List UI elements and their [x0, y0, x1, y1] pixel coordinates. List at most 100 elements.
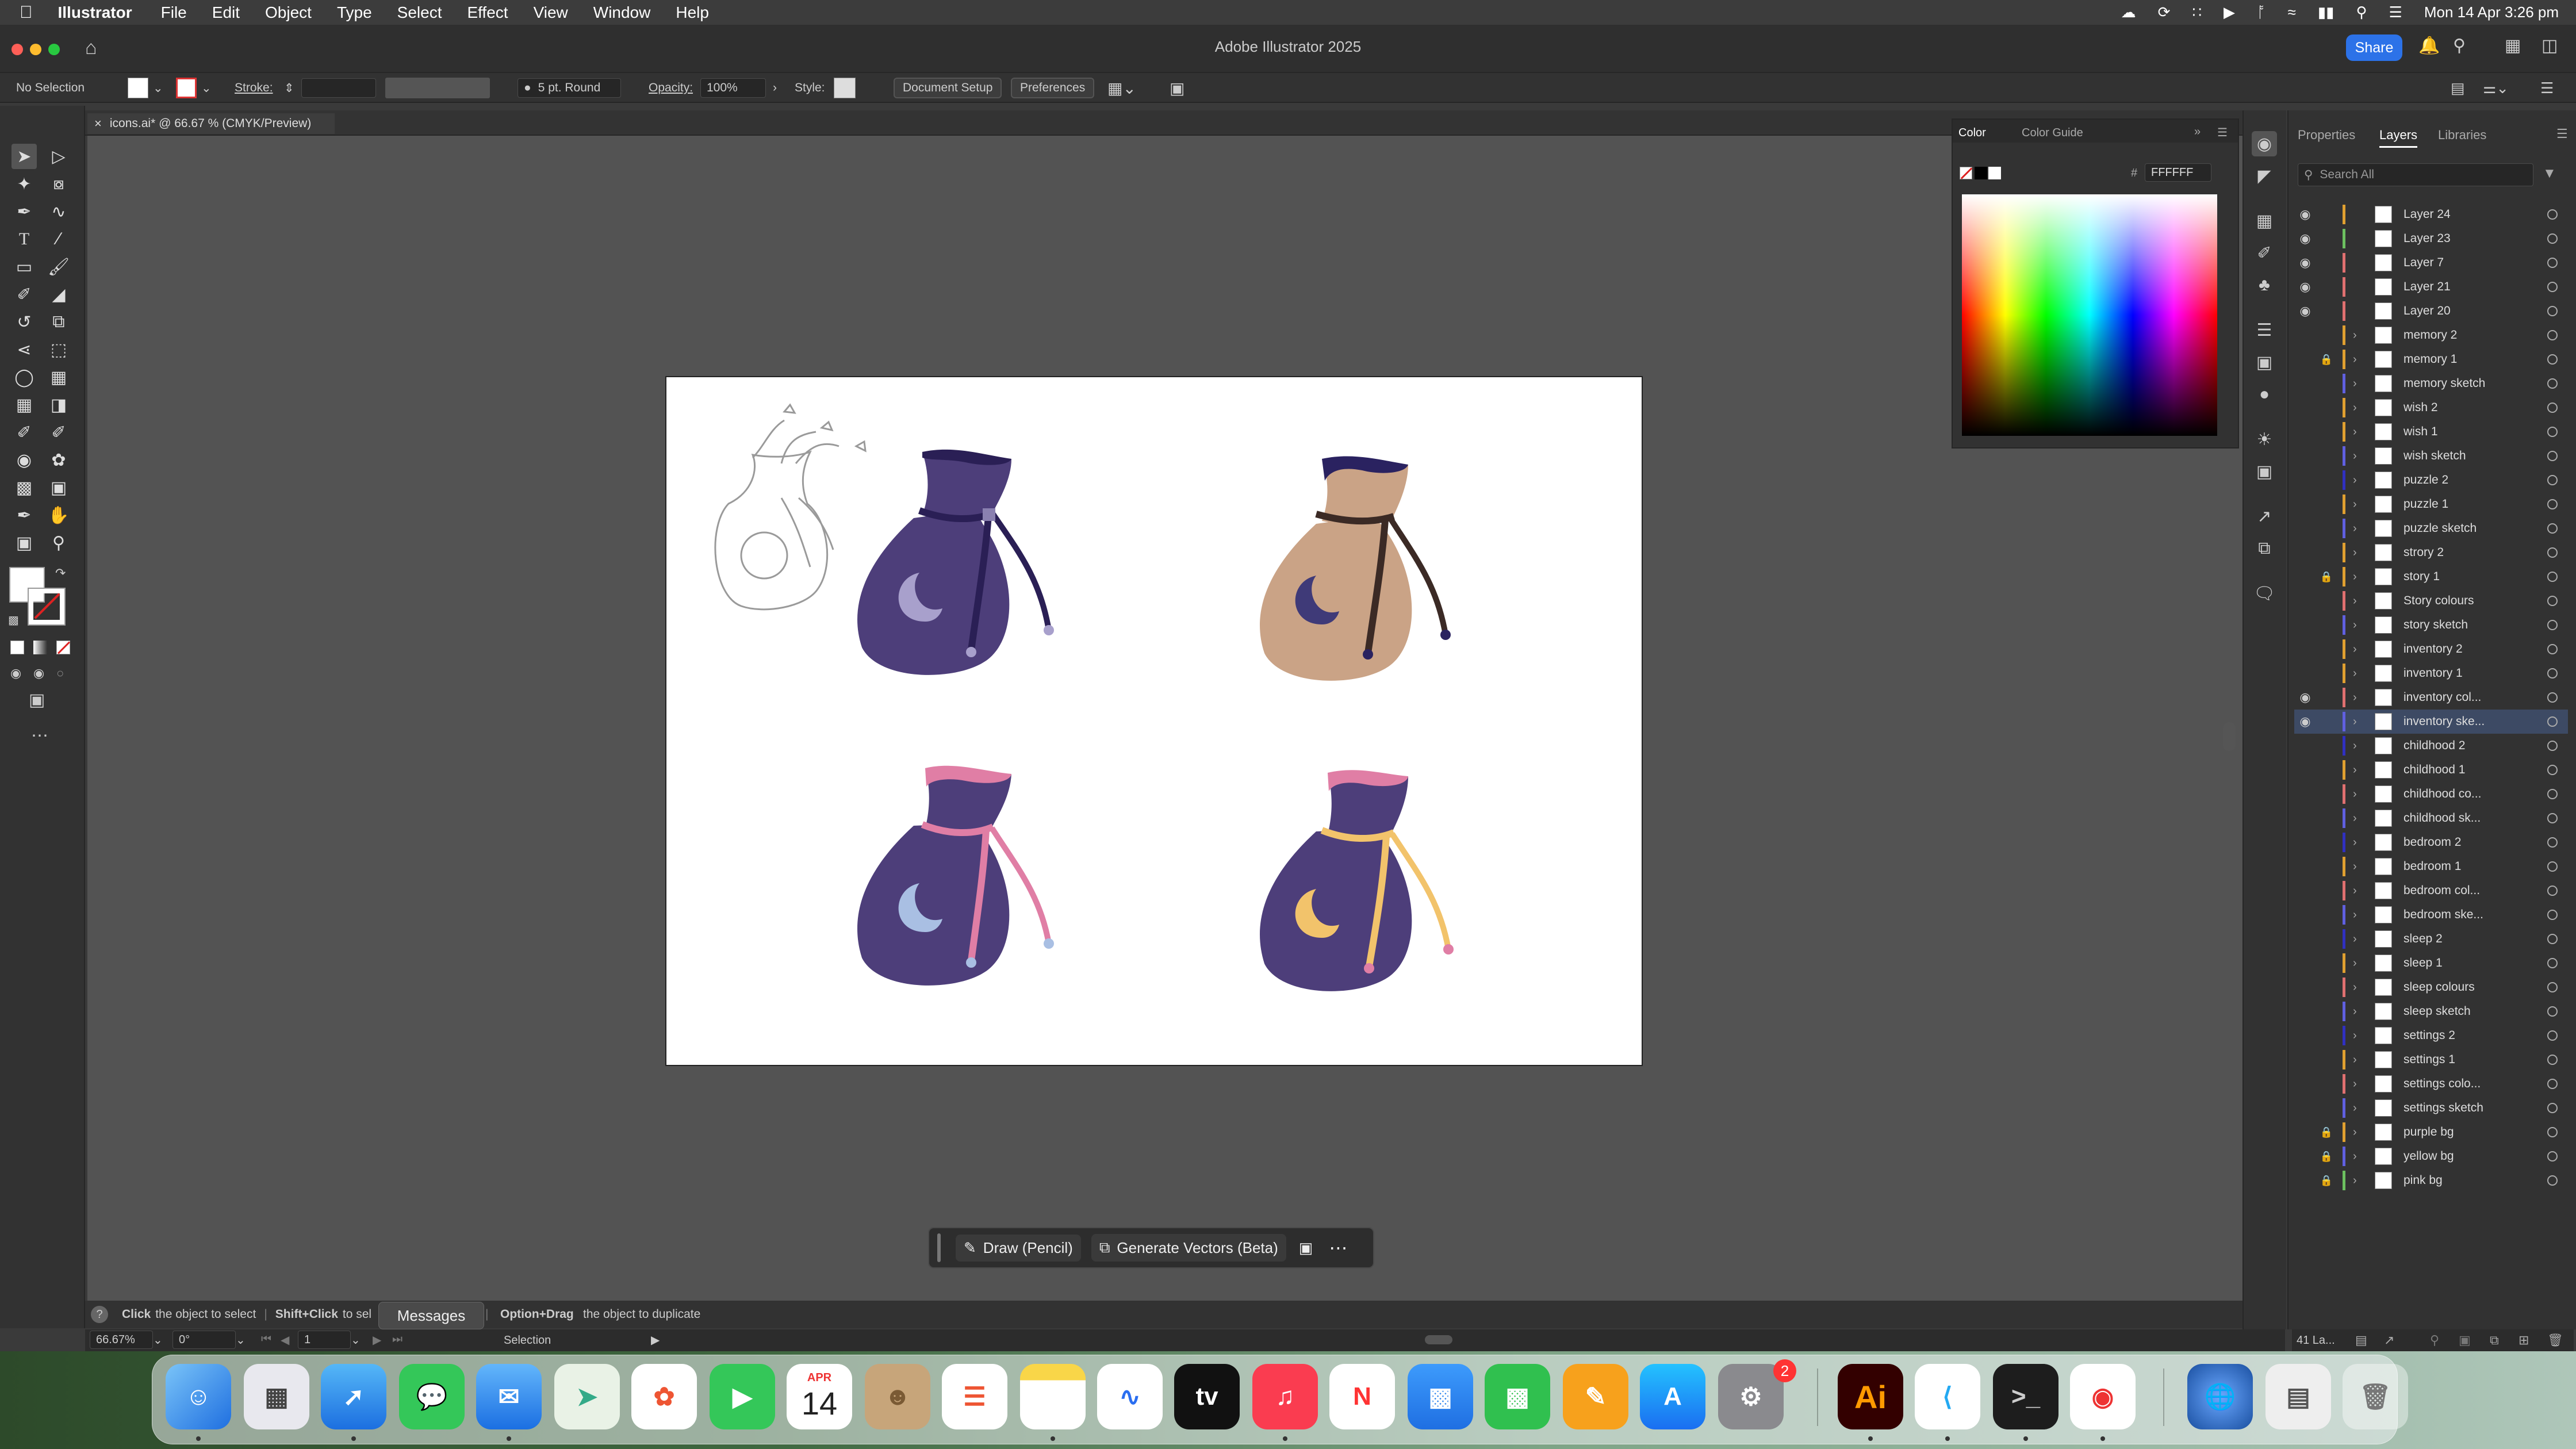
layer-row[interactable]: ◉ Layer 21	[2294, 275, 2568, 299]
menu-object[interactable]: Object	[265, 3, 312, 22]
chevron-right-icon[interactable]: ›	[2353, 667, 2357, 680]
panel-layout-icon[interactable]: ◫	[2542, 36, 2558, 56]
shaper-tool-icon[interactable]: ✐	[12, 282, 37, 307]
music-icon[interactable]: ♫	[1252, 1364, 1318, 1429]
layer-row[interactable]: › inventory 2	[2294, 637, 2568, 661]
document-setup-button[interactable]: Document Setup	[894, 78, 1002, 98]
control-center-icon[interactable]: ☰	[2389, 3, 2402, 21]
stroke-swatch[interactable]	[176, 78, 197, 98]
bag-sketch[interactable]	[714, 403, 867, 611]
target-circle-icon[interactable]	[2547, 837, 2558, 848]
target-circle-icon[interactable]	[2547, 789, 2558, 799]
color-guide-icon[interactable]: ◤	[2252, 163, 2277, 189]
trash-icon[interactable]: 🗑	[2343, 1364, 2408, 1429]
black-swatch[interactable]	[1975, 167, 1987, 179]
visibility-eye-icon[interactable]: ◉	[2297, 714, 2314, 729]
lock-icon[interactable]: 🔒	[2320, 571, 2333, 583]
battery-icon[interactable]: ▮▮	[2318, 3, 2334, 21]
chevron-right-icon[interactable]: ›	[2353, 425, 2357, 439]
layer-row[interactable]: › sleep 2	[2294, 927, 2568, 951]
layer-row[interactable]: ◉ › inventory ske...	[2294, 710, 2568, 734]
chevron-right-icon[interactable]: ›	[2353, 836, 2357, 849]
layer-row[interactable]: › bedroom 2	[2294, 830, 2568, 854]
target-circle-icon[interactable]	[2547, 523, 2558, 534]
default-colors-icon[interactable]: ▩	[8, 613, 19, 627]
mail-icon[interactable]: ✉	[476, 1364, 542, 1429]
target-circle-icon[interactable]	[2547, 1055, 2558, 1065]
freeform-icon[interactable]: ∿	[1097, 1364, 1163, 1429]
chevron-right-icon[interactable]: ›	[2353, 401, 2357, 415]
target-circle-icon[interactable]	[2547, 910, 2558, 920]
stroke-color-swatch[interactable]	[28, 588, 66, 626]
target-circle-icon[interactable]	[2547, 716, 2558, 727]
draw-behind-icon[interactable]: ◉	[33, 666, 44, 681]
layer-row[interactable]: › sleep 1	[2294, 951, 2568, 975]
layer-row[interactable]: ◉ Layer 24	[2294, 202, 2568, 227]
layer-row[interactable]: › Story colours	[2294, 589, 2568, 613]
measure-icon[interactable]: ✐	[46, 420, 71, 445]
previous-artboard-icon[interactable]: ◀	[281, 1333, 289, 1347]
menu-window[interactable]: Window	[593, 3, 651, 22]
perspective-grid-icon[interactable]: ▦	[46, 365, 71, 390]
bell-icon[interactable]: 🔔	[2418, 36, 2440, 56]
chevron-down-icon[interactable]: ⌄	[236, 1333, 246, 1347]
pin-bar-icon[interactable]: ▣	[1299, 1239, 1313, 1257]
collapse-panel-icon[interactable]: »	[2194, 125, 2201, 139]
target-circle-icon[interactable]	[2547, 1151, 2558, 1162]
chevron-right-icon[interactable]: ›	[2353, 1005, 2357, 1018]
facetime-icon[interactable]: ▶	[710, 1364, 775, 1429]
target-circle-icon[interactable]	[2547, 596, 2558, 606]
bag-icon-4[interactable]	[1260, 770, 1454, 991]
gradient-tool-icon[interactable]: ◨	[46, 392, 71, 417]
vertical-scrollbar-thumb[interactable]	[2223, 722, 2236, 751]
tool-menu-icon[interactable]: ▶	[651, 1333, 660, 1347]
help-icon[interactable]: ?	[91, 1306, 108, 1323]
workspace-icon[interactable]: ▦	[2505, 36, 2521, 56]
chevron-right-icon[interactable]: ›	[2353, 1150, 2357, 1163]
eyedropper-icon[interactable]: ✐	[12, 420, 37, 445]
document-tab[interactable]: × icons.ai* @ 66.67 % (CMYK/Preview)	[87, 113, 335, 134]
tab-libraries[interactable]: Libraries	[2438, 128, 2486, 143]
safari-icon[interactable]: ➚	[321, 1364, 386, 1429]
creative-cloud-icon[interactable]: ☁	[2121, 3, 2136, 21]
filter-icon[interactable]: ▼	[2543, 166, 2556, 182]
first-artboard-icon[interactable]: ⏮	[261, 1333, 271, 1346]
chevron-right-icon[interactable]: ›	[773, 76, 777, 99]
scale-tool-icon[interactable]: ⧉	[46, 309, 71, 335]
target-circle-icon[interactable]	[2547, 934, 2558, 944]
next-artboard-icon[interactable]: ▶	[373, 1333, 381, 1347]
variable-width-profile[interactable]	[385, 78, 490, 98]
tab-color[interactable]: Color	[1958, 126, 1986, 140]
pages-icon[interactable]: ✎	[1563, 1364, 1628, 1429]
panel-menu-icon[interactable]: ☰	[2556, 126, 2568, 141]
chevron-right-icon[interactable]: ›	[2353, 691, 2357, 704]
menu-effect[interactable]: Effect	[467, 3, 508, 22]
visibility-eye-icon[interactable]: ◉	[2297, 231, 2314, 246]
graphic-styles-icon[interactable]: ▣	[2252, 459, 2277, 484]
new-sublayer-icon[interactable]: ⧉	[2490, 1333, 2499, 1348]
search-icon[interactable]: ⚲	[2453, 36, 2466, 56]
chevron-right-icon[interactable]: ›	[2353, 450, 2357, 463]
layer-row[interactable]: ◉ Layer 20	[2294, 299, 2568, 323]
layer-row[interactable]: 🔒 › memory 1	[2294, 347, 2568, 371]
chevron-right-icon[interactable]: ›	[2353, 1126, 2357, 1139]
layer-row[interactable]: › sleep colours	[2294, 975, 2568, 999]
symbol-sprayer-icon[interactable]: ✿	[46, 447, 71, 473]
menu-file[interactable]: File	[161, 3, 187, 22]
apple-icon[interactable]: 	[20, 3, 33, 22]
last-artboard-icon[interactable]: ⏭	[392, 1333, 402, 1346]
width-tool-icon[interactable]: ⋖	[12, 337, 37, 362]
rectangle-tool-icon[interactable]: ▭	[12, 254, 37, 279]
grid-icon[interactable]: ∷	[2192, 3, 2202, 21]
layer-row[interactable]: 🔒 › yellow bg	[2294, 1144, 2568, 1168]
style-swatch[interactable]	[834, 78, 856, 98]
visibility-eye-icon[interactable]: ◉	[2297, 207, 2314, 222]
curvature-tool-icon[interactable]: ∿	[46, 199, 71, 224]
target-circle-icon[interactable]	[2547, 258, 2558, 268]
white-swatch[interactable]	[1988, 167, 2001, 179]
lock-icon[interactable]: 🔒	[2320, 1126, 2333, 1138]
line-tool-icon[interactable]: ∕	[46, 227, 71, 252]
layer-row[interactable]: › memory sketch	[2294, 371, 2568, 396]
target-circle-icon[interactable]	[2547, 282, 2558, 292]
visibility-eye-icon[interactable]: ◉	[2297, 690, 2314, 705]
